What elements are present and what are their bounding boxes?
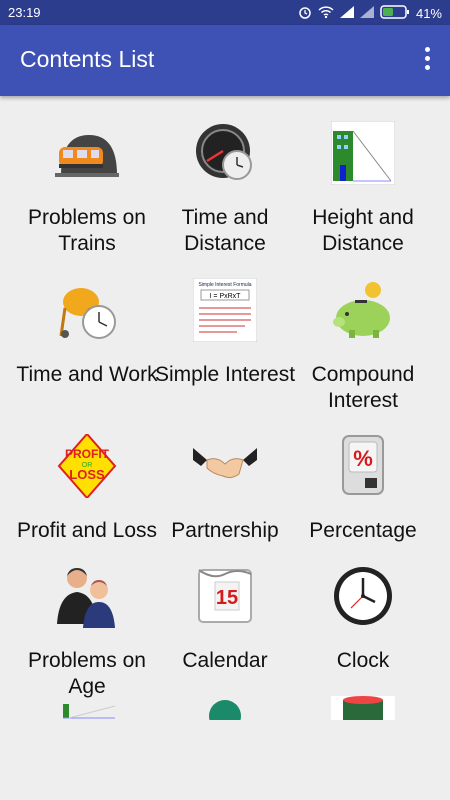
interest-card-title: Simple Interest Formula <box>198 282 251 288</box>
item-label: Calendar <box>182 649 268 672</box>
calendar-day-text: 15 <box>216 587 238 609</box>
interest-formula-text: I = PxRxT <box>210 293 242 300</box>
list-item-partnership[interactable]: Partnership <box>150 434 300 574</box>
building-diagram-icon <box>330 120 396 186</box>
item-label: Profit and Loss <box>16 519 158 542</box>
battery-icon <box>380 5 410 22</box>
clock-icon <box>331 564 395 628</box>
graph-icon <box>55 696 119 720</box>
ball-icon <box>193 696 257 720</box>
tank-icon <box>331 696 395 720</box>
mixer-clock-icon <box>55 278 119 342</box>
calendar-icon: 15 <box>193 564 257 628</box>
item-label: Partnership <box>171 519 279 542</box>
item-label: Problems on Trains <box>28 206 146 255</box>
overflow-menu-icon[interactable] <box>422 47 432 73</box>
profit-loss-icon: PROFIT OR LOSS <box>55 432 119 500</box>
page-title: Contents List <box>20 46 155 72</box>
list-item-clock[interactable]: Clock <box>288 564 438 704</box>
signal-icon <box>339 6 354 21</box>
list-item-trains[interactable]: Problems on Trains <box>12 121 162 261</box>
percent-card-icon: % <box>331 434 395 498</box>
item-label: Time and Work <box>16 363 158 386</box>
list-item-time-work[interactable]: Time and Work <box>12 278 162 418</box>
list-item-profit-loss[interactable]: PROFIT OR LOSS Profit and Loss <box>12 432 162 574</box>
profit-text: PROFIT <box>65 447 110 461</box>
train-icon <box>55 121 119 185</box>
list-item-partial[interactable] <box>12 696 162 720</box>
contents-grid: Problems on Trains Time and Distance Hei… <box>0 96 450 720</box>
list-item-height-distance[interactable]: Height and Distance <box>288 120 438 261</box>
list-item-compound-interest[interactable]: Compound Interest <box>288 278 438 418</box>
item-label: Percentage <box>309 519 417 542</box>
app-bar: Contents List <box>0 25 450 96</box>
item-label: Compound Interest <box>311 363 415 412</box>
signal-icon <box>359 6 374 21</box>
handshake-icon <box>193 434 257 498</box>
loss-text: LOSS <box>69 467 105 482</box>
battery-percent: 41% <box>415 6 442 21</box>
people-icon <box>55 564 119 628</box>
percent-sign: % <box>353 446 373 471</box>
list-item-percentage[interactable]: % Percentage <box>288 434 438 574</box>
list-item-partial[interactable] <box>288 696 438 720</box>
list-item-calendar[interactable]: 15 Calendar <box>150 564 300 704</box>
item-label: Time and Distance <box>181 206 269 255</box>
alarm-icon <box>298 5 312 22</box>
item-label: Height and Distance <box>312 206 414 255</box>
speedometer-clock-icon <box>193 121 257 185</box>
piggy-bank-icon <box>331 278 395 342</box>
list-item-time-distance[interactable]: Time and Distance <box>150 121 300 261</box>
status-icons: 41% <box>298 5 442 22</box>
list-item-problems-age[interactable]: Problems on Age <box>12 564 162 704</box>
wifi-icon <box>318 5 334 22</box>
item-label: Simple Interest <box>154 363 296 386</box>
list-item-simple-interest[interactable]: Simple Interest Formula I = PxRxT Simple … <box>150 277 300 418</box>
item-label: Clock <box>336 649 390 672</box>
status-bar: 23:19 41% <box>0 0 450 25</box>
formula-card-icon: Simple Interest Formula I = PxRxT <box>192 277 258 343</box>
status-time: 23:19 <box>8 5 41 20</box>
item-label: Problems on Age <box>28 649 146 698</box>
list-item-partial[interactable] <box>150 696 300 720</box>
